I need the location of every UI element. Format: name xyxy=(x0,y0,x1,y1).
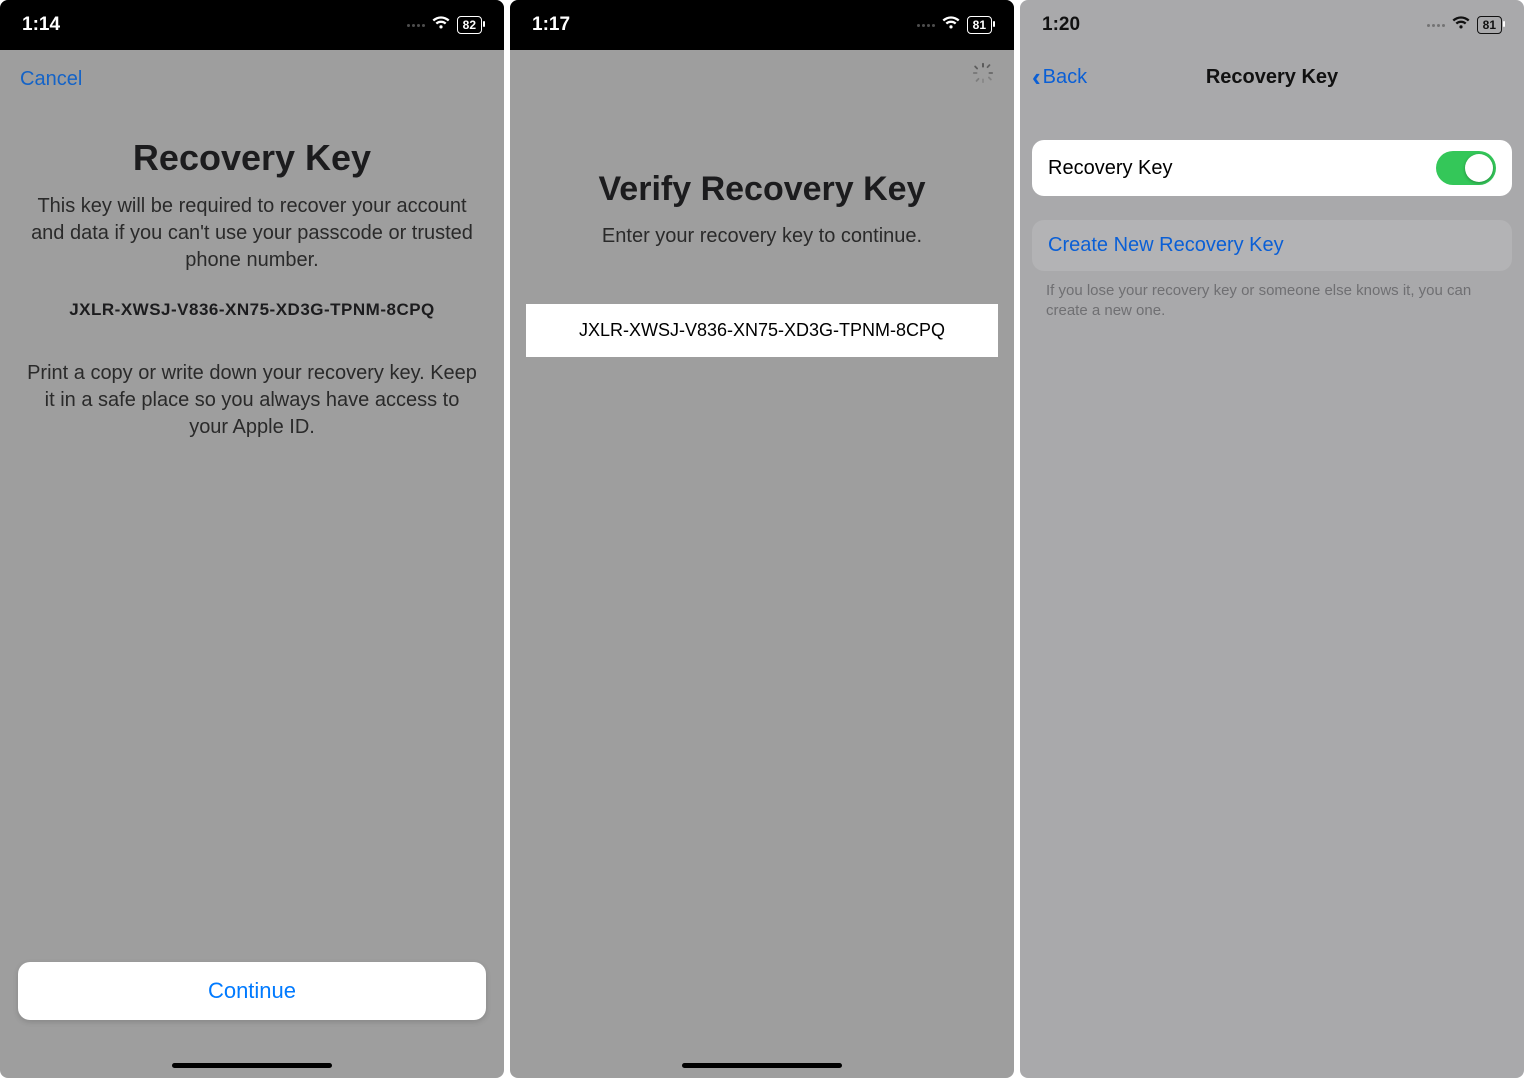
signal-icon xyxy=(407,24,425,27)
status-time: 1:14 xyxy=(22,14,60,36)
footer-note: If you lose your recovery key or someone… xyxy=(1046,281,1498,320)
cancel-button[interactable]: Cancel xyxy=(0,50,504,109)
status-time: 1:20 xyxy=(1042,14,1080,36)
spinner-icon xyxy=(972,62,994,84)
screen-recovery-key: 1:14 82 Cancel Recovery Key This key wil… xyxy=(0,0,504,1078)
battery-icon: 82 xyxy=(457,16,482,34)
wifi-icon xyxy=(431,14,451,36)
back-label: Back xyxy=(1043,66,1087,89)
back-button[interactable]: ‹ Back xyxy=(1032,62,1087,93)
recovery-key-toggle[interactable] xyxy=(1436,151,1496,185)
battery-icon: 81 xyxy=(1477,16,1502,34)
recovery-key-input[interactable]: JXLR-XWSJ-V836-XN75-XD3G-TPNM-8CPQ xyxy=(526,304,998,357)
nav-bar: ‹ Back Recovery Key xyxy=(1020,50,1524,104)
chevron-left-icon: ‹ xyxy=(1032,62,1041,93)
home-indicator[interactable] xyxy=(682,1063,842,1068)
screen-verify-recovery-key: 1:17 81 Verify Recovery Key Enter your r… xyxy=(510,0,1014,1078)
recovery-key-text: JXLR-XWSJ-V836-XN75-XD3G-TPNM-8CPQ xyxy=(24,300,480,320)
status-right: 81 xyxy=(1427,14,1502,36)
recovery-key-toggle-row: Recovery Key xyxy=(1032,140,1512,196)
wifi-icon xyxy=(941,14,961,36)
status-right: 81 xyxy=(917,14,992,36)
status-bar: 1:14 82 xyxy=(0,0,504,50)
toggle-label: Recovery Key xyxy=(1048,157,1173,180)
note-text: Print a copy or write down your recovery… xyxy=(24,360,480,441)
home-indicator[interactable] xyxy=(172,1063,332,1068)
wifi-icon xyxy=(1451,14,1471,36)
page-title: Verify Recovery Key xyxy=(510,170,1014,209)
status-bar: 1:20 81 xyxy=(1020,0,1524,50)
subtitle-text: Enter your recovery key to continue. xyxy=(510,225,1014,248)
content: Recovery Key This key will be required t… xyxy=(0,137,504,441)
nav-title: Recovery Key xyxy=(1206,66,1338,89)
status-time: 1:17 xyxy=(532,14,570,36)
signal-icon xyxy=(1427,24,1445,27)
battery-icon: 81 xyxy=(967,16,992,34)
status-bar: 1:17 81 xyxy=(510,0,1014,50)
page-title: Recovery Key xyxy=(24,137,480,179)
continue-button[interactable]: Continue xyxy=(18,962,486,1020)
create-new-recovery-key-button[interactable]: Create New Recovery Key xyxy=(1032,220,1512,271)
status-right: 82 xyxy=(407,14,482,36)
screen-recovery-key-settings: 1:20 81 ‹ Back Recovery Key Recovery Key… xyxy=(1020,0,1524,1078)
signal-icon xyxy=(917,24,935,27)
description-text: This key will be required to recover you… xyxy=(24,193,480,274)
nav-bar xyxy=(510,50,1014,100)
